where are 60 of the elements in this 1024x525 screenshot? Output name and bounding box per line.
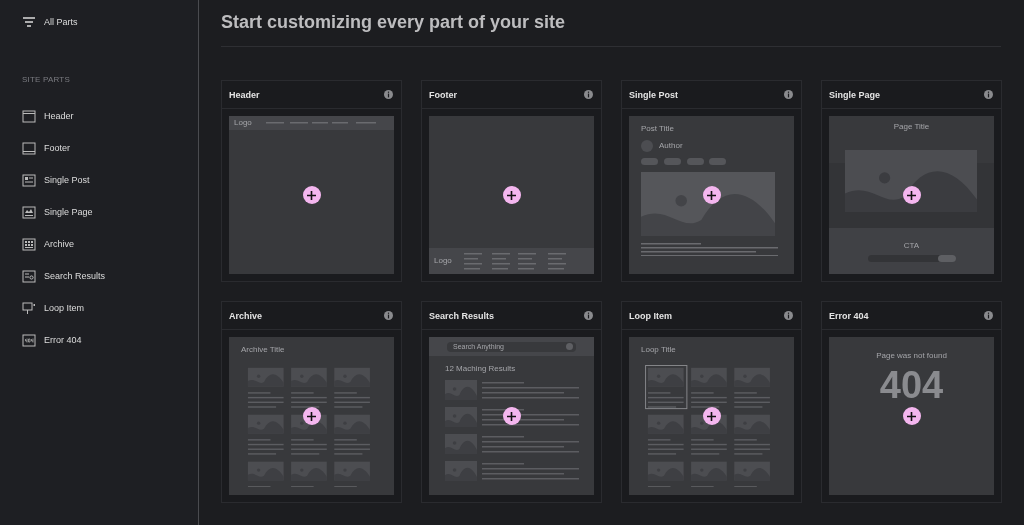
- plus-icon: [507, 190, 516, 200]
- section-label: SITE PARTS: [22, 75, 70, 84]
- loop-title-text: Loop Title: [641, 345, 676, 355]
- header-layout-icon: [22, 109, 36, 123]
- sidebar-item[interactable]: Header: [22, 109, 74, 123]
- card-title: Footer: [429, 89, 457, 100]
- post-layout-icon: [22, 173, 36, 187]
- plus-icon: [307, 411, 316, 421]
- monitor-icon: [22, 301, 36, 315]
- error-code-text: 404: [879, 365, 944, 405]
- info-icon: [384, 90, 393, 99]
- page-title: Start customizing every part of your site: [221, 11, 566, 34]
- info-icon: [384, 311, 393, 320]
- all-parts-link[interactable]: All Parts: [22, 15, 78, 29]
- sidebar-item[interactable]: Footer: [22, 141, 70, 155]
- plus-icon: [707, 190, 716, 200]
- archive-title-text: Archive Title: [241, 345, 285, 355]
- plus-icon: [907, 190, 916, 200]
- plus-icon: [507, 411, 516, 421]
- info-icon: [984, 311, 993, 320]
- sidebar-item[interactable]: Archive: [22, 237, 74, 251]
- add-button[interactable]: [302, 186, 321, 204]
- card-title: Search Results: [429, 310, 495, 321]
- search-button-icon: [566, 343, 573, 350]
- card-title: Error 404: [829, 310, 869, 321]
- info-icon: [584, 90, 593, 99]
- sidebar-item[interactable]: Single Post: [22, 173, 90, 187]
- post-title-text: Post Title: [641, 124, 674, 134]
- card-title: Single Page: [829, 89, 881, 100]
- cta-text: CTA: [903, 240, 920, 251]
- add-button[interactable]: [502, 407, 521, 425]
- search-layout-icon: [22, 269, 36, 283]
- card-title: Loop Item: [629, 310, 672, 321]
- sidebar-item[interactable]: Single Page: [22, 205, 93, 219]
- add-button[interactable]: [902, 407, 921, 425]
- filter-icon: [22, 16, 36, 28]
- info-icon: [584, 311, 593, 320]
- plus-icon: [907, 411, 916, 421]
- info-icon: [784, 90, 793, 99]
- footer-layout-icon: [22, 141, 36, 155]
- info-icon: [784, 311, 793, 320]
- info-icon: [984, 90, 993, 99]
- error-404-icon: [22, 333, 36, 347]
- plus-icon: [307, 190, 316, 200]
- add-button[interactable]: [502, 186, 521, 204]
- logo-text: Logo: [434, 256, 452, 266]
- page-layout-icon: [22, 205, 36, 219]
- sidebar-item[interactable]: Error 404: [22, 333, 82, 347]
- logo-text: Logo: [234, 118, 252, 128]
- card-title: Single Post: [629, 89, 678, 100]
- card-title: Archive: [229, 310, 263, 321]
- author-text: Author: [659, 141, 683, 151]
- page-title-text: Page Title: [893, 122, 930, 132]
- card-title: Header: [229, 89, 260, 100]
- grid-layout-icon: [22, 237, 36, 251]
- plus-icon: [707, 411, 716, 421]
- sidebar-item[interactable]: Loop Item: [22, 301, 85, 315]
- sidebar-item[interactable]: Search Results: [22, 269, 106, 283]
- error-message-text: Page was not found: [876, 351, 947, 361]
- results-heading-text: 12 Maching Results: [445, 364, 516, 374]
